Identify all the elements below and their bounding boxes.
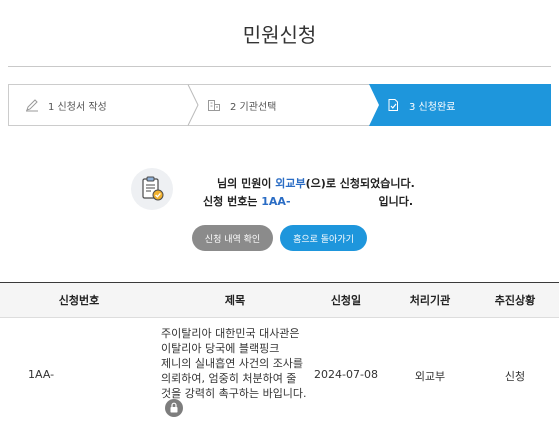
header-request-no: 신청번호 [58,294,100,307]
page: 민원신청 1 신청서 작성 2 기관선택 3 신청완료 님의 민원이 외교부(으… [0,0,559,426]
progress-stepper: 1 신청서 작성 2 기관선택 3 신청완료 [8,84,551,126]
completion-message-line2: 신청 번호는 1AA- 입니다. [203,193,413,209]
message-text: 님의 민원이 [217,177,276,190]
step-label: 2 기관선택 [230,101,277,113]
building-icon [207,98,221,112]
table-header: 신청번호 제목 신청일 처리기관 추진상황 [0,282,559,318]
header-status: 추진상황 [494,294,536,307]
row-agency: 외교부 [414,370,446,383]
clipboard-check-icon [131,168,173,210]
step-label: 3 신청완료 [409,101,456,113]
agency-name: 외교부 [275,177,306,190]
header-date: 신청일 [330,294,362,307]
pencil-icon [25,98,39,112]
check-document-icon [386,98,400,112]
completion-message-line1: 님의 민원이 외교부(으)로 신청되었습니다. [217,175,415,191]
lock-icon [165,399,183,417]
view-history-button[interactable]: 신청 내역 확인 [192,225,273,251]
step-write-form: 1 신청서 작성 [25,84,107,126]
header-subject: 제목 [224,294,246,307]
step-complete: 3 신청완료 [386,84,455,126]
page-title: 민원신청 [242,23,317,47]
row-subject[interactable]: 주이탈리아 대한민국 대사관은 이탈리아 당국에 블랙핑크 제니의 실내흡연 사… [161,326,307,419]
row-status: 신청 [504,370,526,383]
step-select-agency: 2 기관선택 [207,84,276,126]
message-text: 신청 번호는 [203,195,262,208]
step-label: 1 신청서 작성 [48,101,107,113]
header-agency: 처리기관 [409,294,451,307]
row-request-no: 1AA- [28,368,55,381]
title-divider [8,66,551,67]
subject-text: 주이탈리아 대한민국 대사관은 이탈리아 당국에 블랙핑크 제니의 실내흡연 사… [161,327,307,400]
go-home-button[interactable]: 홈으로 돌아가기 [280,225,367,251]
message-text: (으)로 신청되었습니다. [305,177,415,190]
row-date: 2024-07-08 [314,368,378,381]
request-number: 1AA- [261,195,291,208]
message-text: 입니다. [378,195,414,208]
